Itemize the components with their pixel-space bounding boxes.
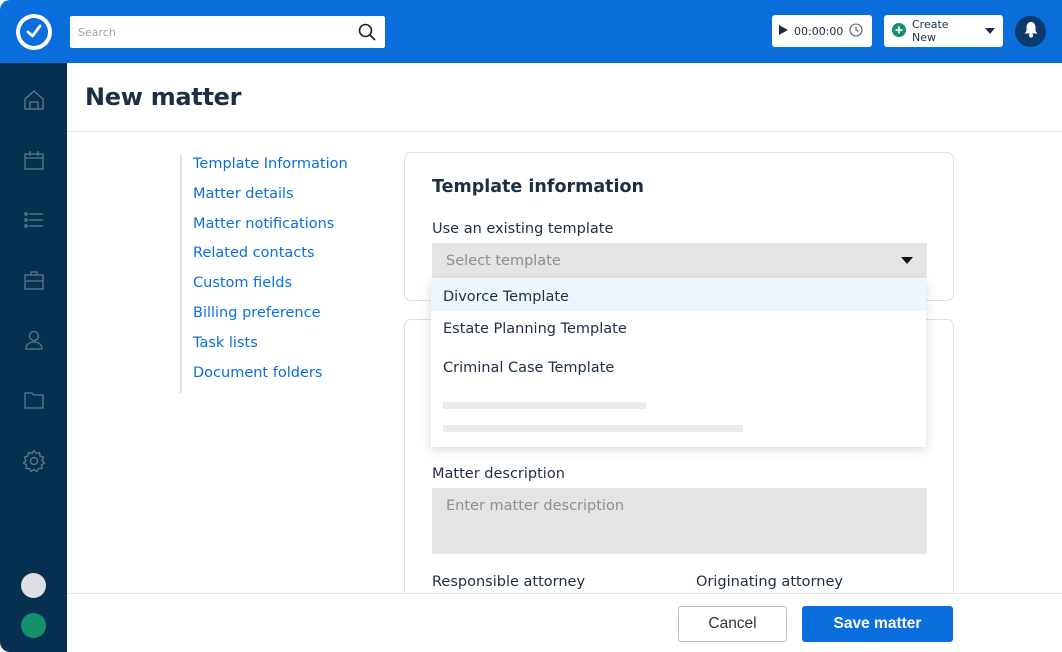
- caret-down-icon: [985, 25, 995, 38]
- create-new-label: Create New: [912, 18, 949, 44]
- card-title: Template information: [432, 177, 644, 197]
- notifications-button[interactable]: [1015, 16, 1046, 47]
- loading-placeholder: [443, 402, 646, 409]
- gear-icon[interactable]: [22, 449, 46, 473]
- person-icon[interactable]: [22, 328, 46, 352]
- responsible-attorney-label: Responsible attorney: [432, 574, 586, 590]
- section-link-matter-notifications[interactable]: Matter notifications: [193, 215, 348, 245]
- dropdown-option[interactable]: Estate Planning Template: [431, 311, 926, 350]
- search-input[interactable]: [78, 25, 357, 39]
- form-footer: Cancel Save matter: [67, 593, 1062, 652]
- page-header: New matter: [67, 63, 1062, 132]
- briefcase-icon[interactable]: [22, 268, 46, 292]
- checkmark-circle-icon: [20, 18, 48, 46]
- plus-circle-icon: [892, 22, 906, 40]
- template-field-label: Use an existing template: [432, 221, 614, 237]
- avatar[interactable]: [21, 613, 46, 638]
- search-icon[interactable]: [357, 22, 377, 42]
- create-new-button[interactable]: Create New: [884, 15, 1003, 47]
- search-box[interactable]: [70, 16, 385, 48]
- description-label: Matter description: [432, 466, 565, 482]
- dropdown-option[interactable]: Criminal Case Template: [431, 350, 926, 389]
- section-link-custom-fields[interactable]: Custom fields: [193, 274, 348, 304]
- sidebar: [0, 63, 67, 652]
- save-matter-button[interactable]: Save matter: [802, 606, 953, 642]
- folder-icon[interactable]: [22, 388, 46, 412]
- loading-placeholder: [443, 425, 743, 432]
- home-icon[interactable]: [22, 88, 46, 112]
- timer-button[interactable]: 00:00:00: [772, 15, 872, 47]
- timer-value: 00:00:00: [794, 24, 844, 38]
- cancel-button[interactable]: Cancel: [678, 606, 787, 642]
- page-title: New matter: [85, 83, 242, 111]
- originating-attorney-label: Originating attorney: [696, 574, 843, 590]
- calendar-icon[interactable]: [22, 148, 46, 172]
- app-logo[interactable]: [16, 14, 52, 50]
- section-link-template-information[interactable]: Template Information: [193, 155, 348, 185]
- section-nav: Template Information Matter details Matt…: [180, 155, 348, 394]
- select-placeholder: Select template: [446, 252, 561, 269]
- caret-down-icon: [901, 257, 913, 264]
- clock-icon: [849, 22, 863, 40]
- dropdown-option[interactable]: Divorce Template: [431, 279, 926, 311]
- section-link-document-folders[interactable]: Document folders: [193, 364, 348, 394]
- top-bar: 00:00:00 Create New: [0, 0, 1062, 63]
- section-link-task-lists[interactable]: Task lists: [193, 334, 348, 364]
- description-input[interactable]: [432, 488, 927, 554]
- section-link-matter-details[interactable]: Matter details: [193, 185, 348, 215]
- avatar[interactable]: [21, 573, 46, 598]
- section-link-related-contacts[interactable]: Related contacts: [193, 244, 348, 274]
- template-dropdown: Divorce Template Estate Planning Templat…: [431, 279, 926, 447]
- list-icon[interactable]: [22, 208, 46, 232]
- template-select[interactable]: Select template: [432, 243, 927, 278]
- bell-icon: [1023, 21, 1039, 42]
- section-link-billing-preference[interactable]: Billing preference: [193, 304, 348, 334]
- play-icon[interactable]: [779, 24, 788, 38]
